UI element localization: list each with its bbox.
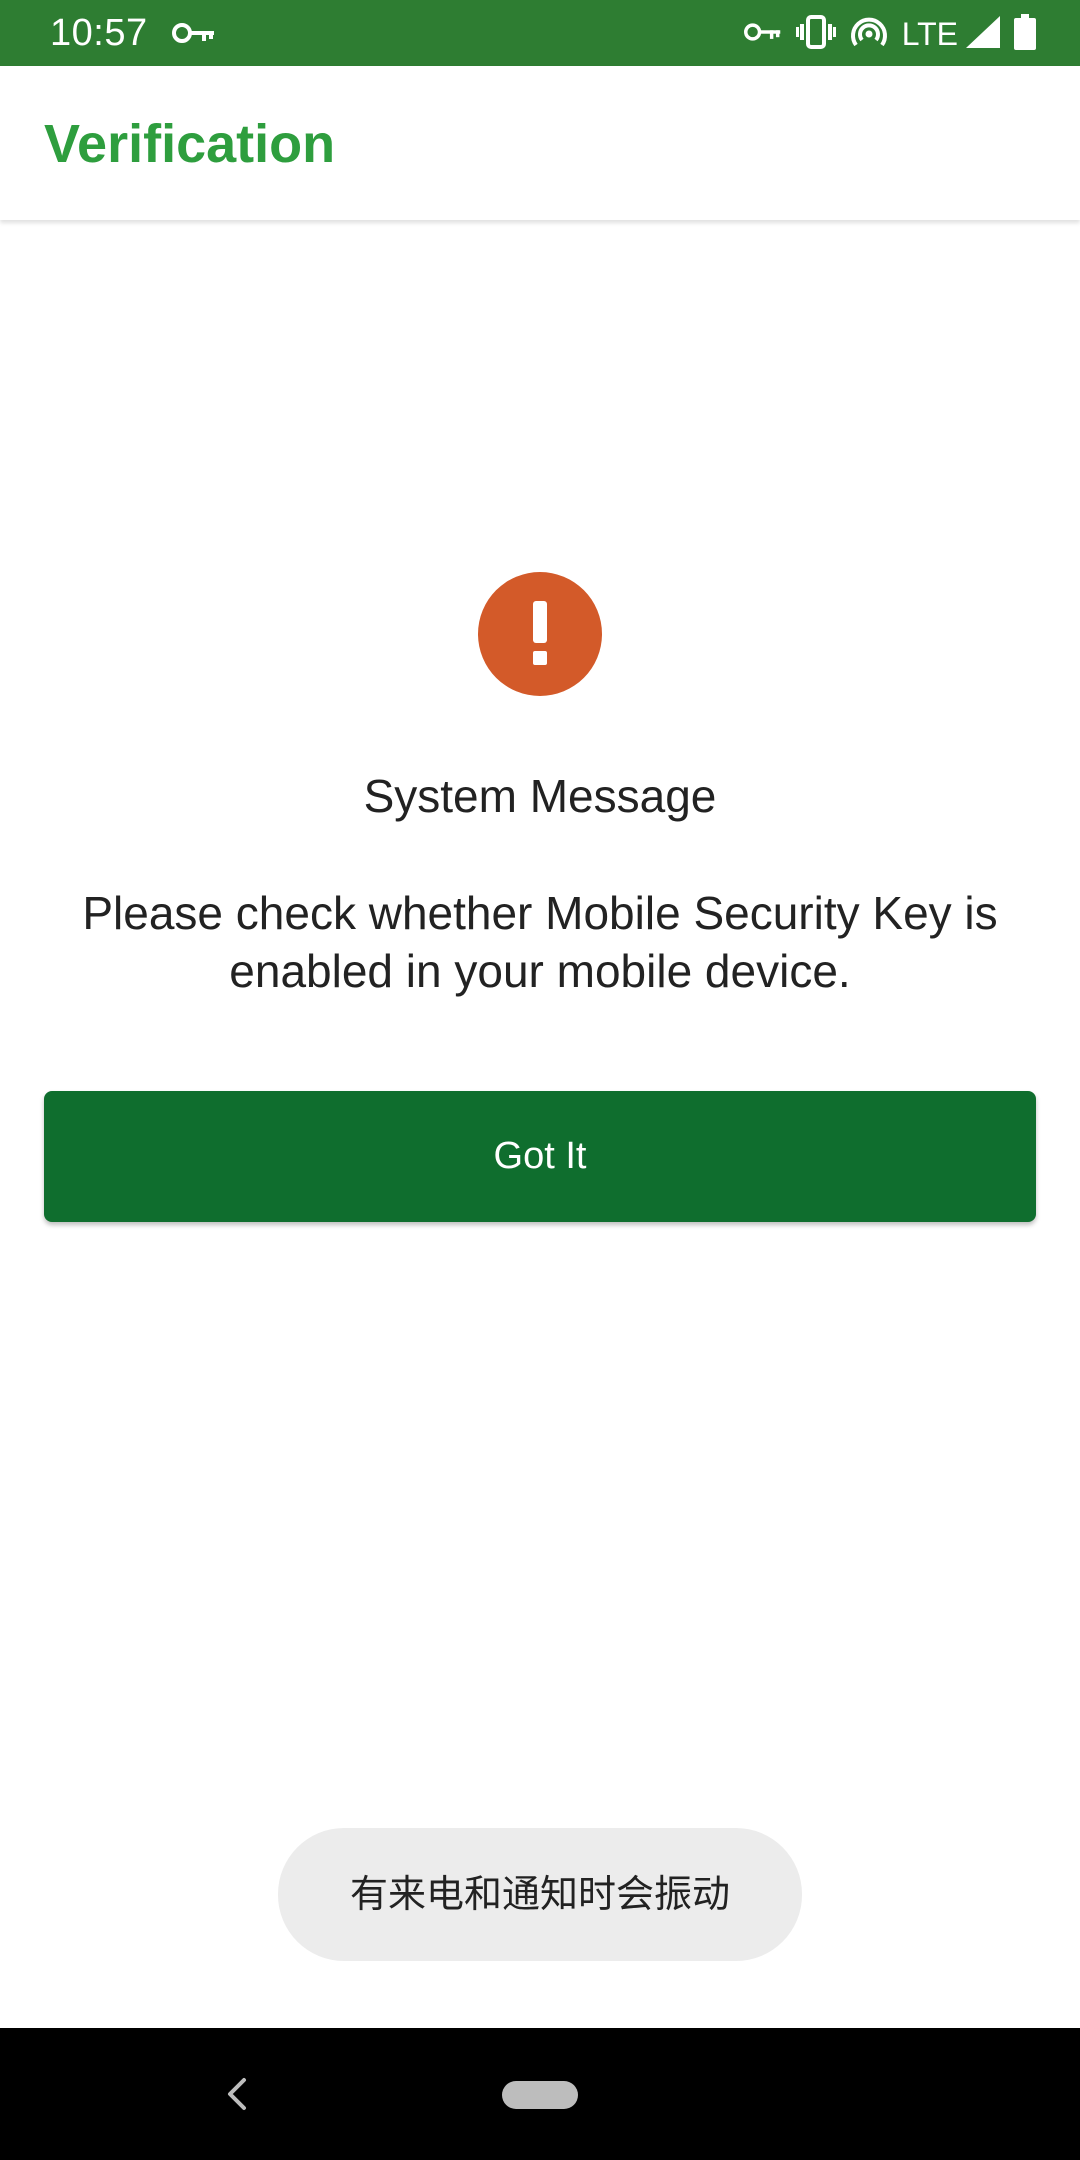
navigation-bar — [0, 2028, 1080, 2160]
toast-message: 有来电和通知时会振动 — [278, 1828, 802, 1961]
message-title: System Message — [363, 770, 717, 822]
status-time: 10:57 — [50, 12, 148, 54]
network-type-label: LTE — [901, 16, 958, 52]
vibrate-icon — [795, 14, 836, 54]
vpn-key-icon — [172, 18, 216, 48]
screen: 10:57 LTE Verification System Message Pl… — [0, 0, 1080, 2160]
hotspot-icon — [850, 15, 888, 54]
got-it-button[interactable]: Got It — [44, 1091, 1036, 1222]
home-pill-icon[interactable] — [502, 2081, 578, 2109]
back-icon[interactable] — [222, 2076, 252, 2112]
app-bar: Verification — [0, 66, 1080, 220]
signal-icon — [966, 15, 1000, 53]
battery-icon — [1014, 13, 1036, 55]
vpn-key-icon — [743, 19, 782, 50]
page-title: Verification — [44, 114, 336, 174]
alert-icon — [478, 572, 602, 696]
message-body: Please check whether Mobile Security Key… — [82, 887, 998, 997]
status-icons: LTE — [743, 12, 1036, 56]
status-bar: 10:57 LTE — [0, 0, 1080, 66]
